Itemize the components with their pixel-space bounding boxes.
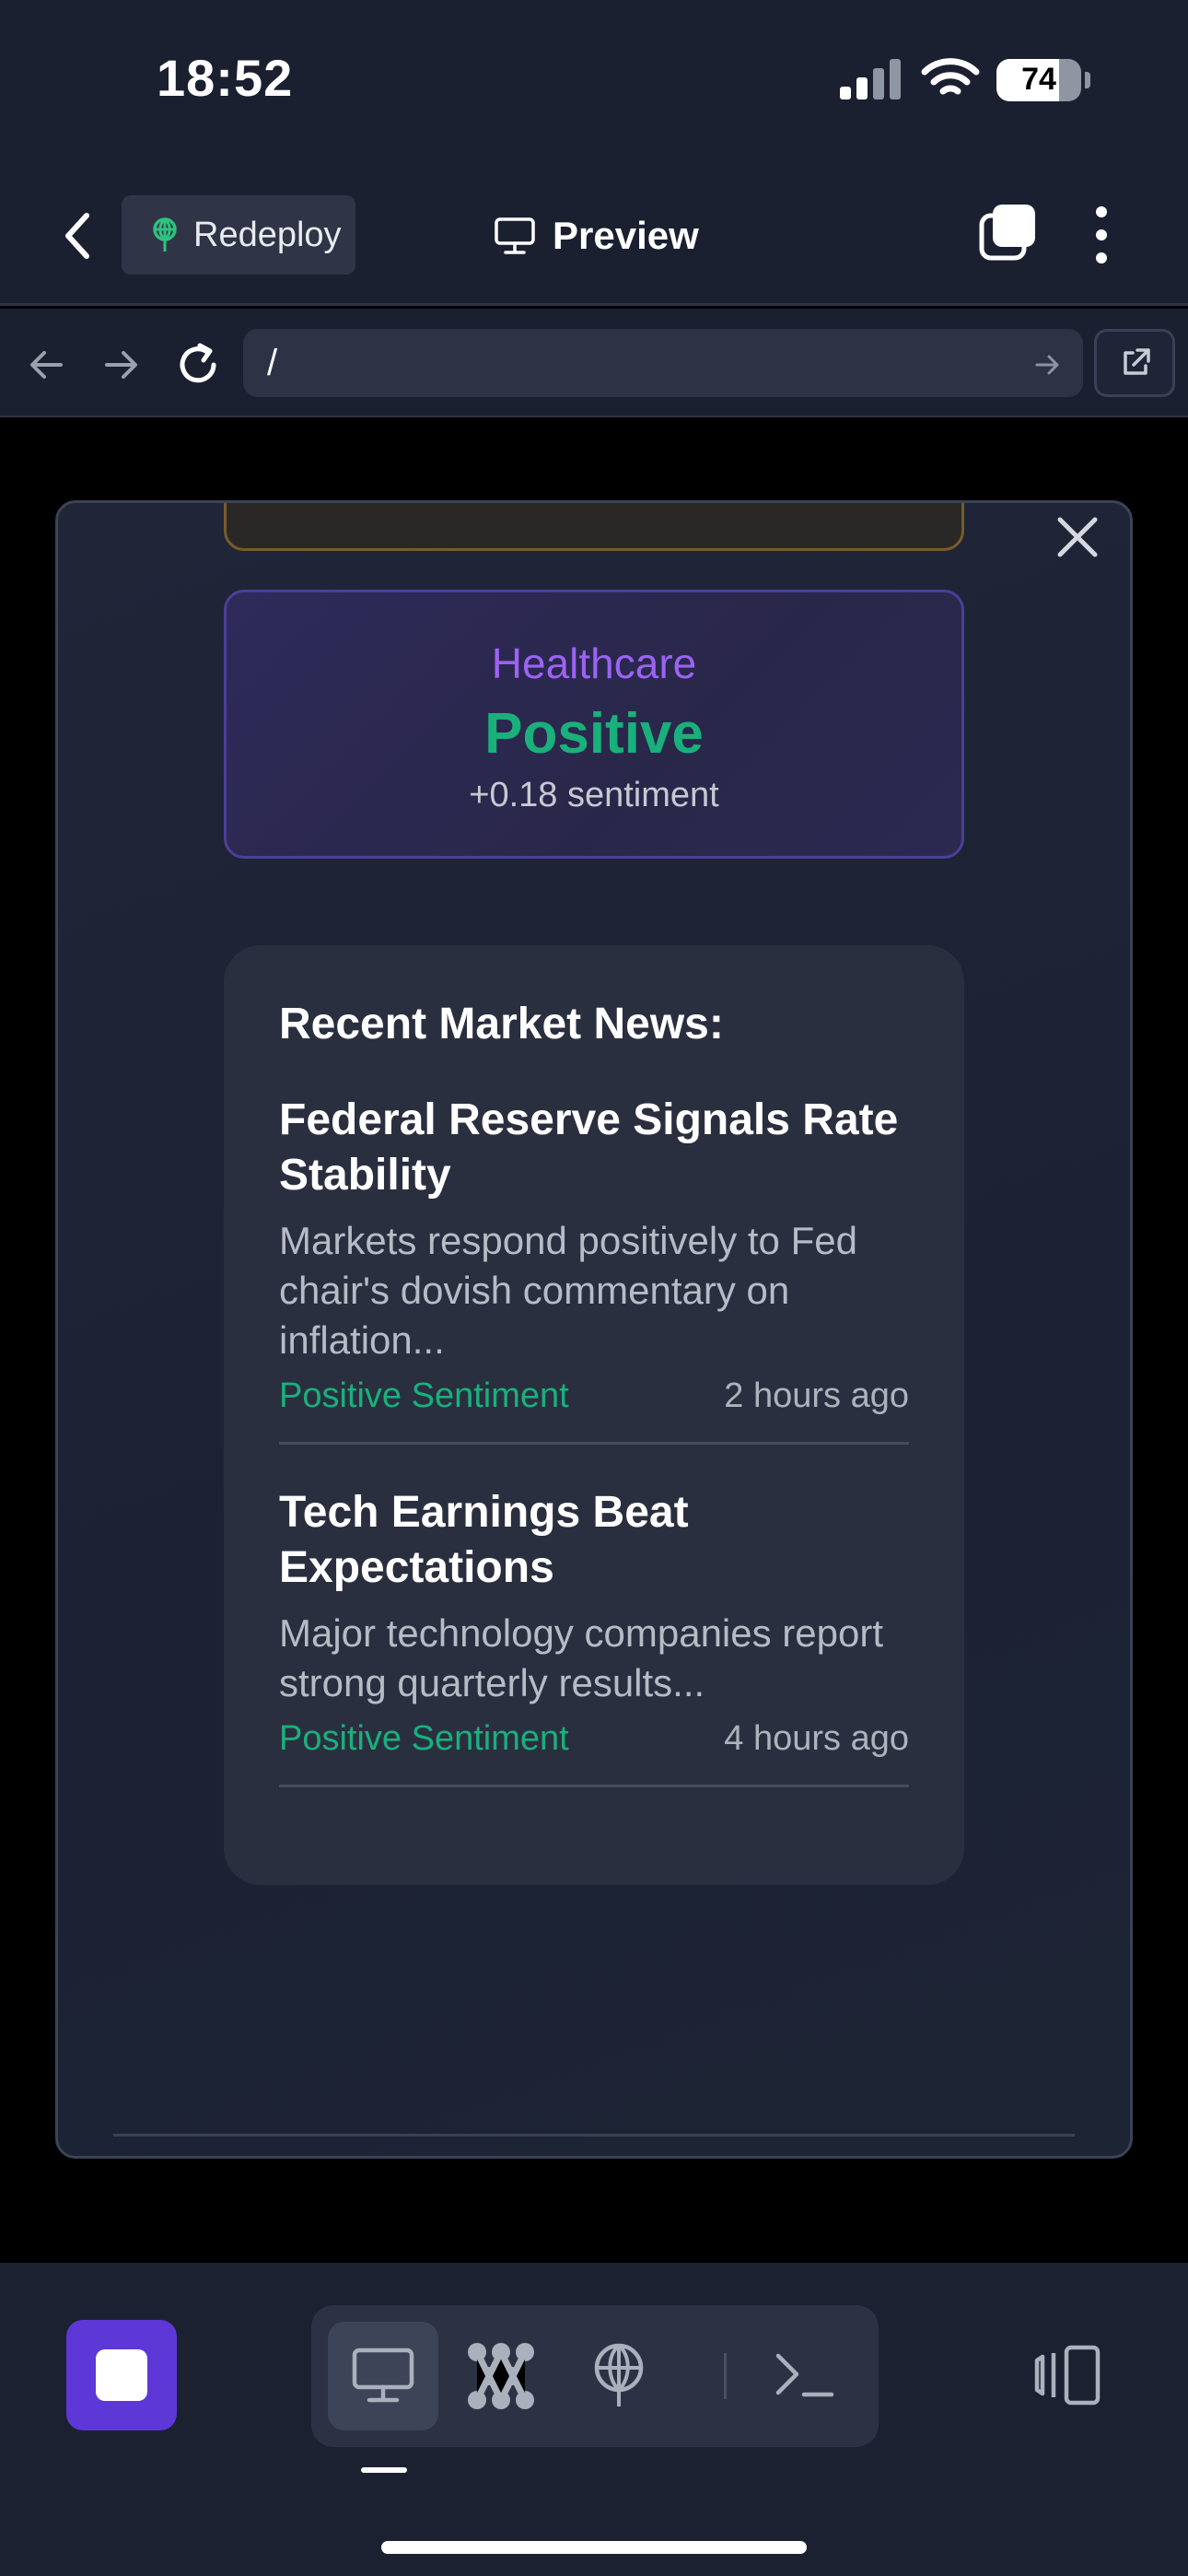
preview-view-button[interactable] [328,2322,438,2430]
monitor-icon [352,2348,414,2403]
news-sentiment: Positive Sentiment [279,1719,569,1758]
previous-sector-card [224,503,964,551]
battery-level: 74 [1021,62,1056,97]
view-switcher [311,2305,879,2447]
news-description: Major technology companies report strong… [279,1611,884,1704]
redeploy-label: Redeploy [193,215,342,254]
bottom-toolbar [0,2263,1188,2576]
news-meta: Positive Sentiment 4 hours ago [279,1719,909,1785]
battery-cap [1085,72,1090,88]
reload-button[interactable] [175,342,221,388]
sector-card[interactable]: Healthcare Positive +0.18 sentiment [224,590,964,859]
deploy-icon [594,2343,644,2406]
news-time: 2 hours ago [724,1376,909,1415]
news-title: Federal Reserve Signals Rate Stability [279,1095,899,1200]
news-item[interactable]: Tech Earnings Beat Expectations Major te… [279,1485,909,1787]
preview-title-text: Preview [553,214,699,257]
modal-divider [113,2134,1075,2137]
battery-icon: 74 [996,59,1081,101]
tabs-button[interactable] [978,203,1037,262]
cellular-signal-icon [840,59,903,100]
status-time: 18:52 [157,49,294,107]
status-bar: 18:52 74 [0,0,1188,166]
home-indicator [381,2541,807,2554]
app-header: Redeploy Preview [0,166,1188,306]
external-link-icon [1124,348,1150,375]
sector-name: Healthcare [491,639,697,687]
news-title: Tech Earnings Beat Expectations [279,1488,689,1592]
news-card: Recent Market News: Federal Reserve Sign… [224,945,964,1885]
news-item[interactable]: Federal Reserve Signals Rate Stability M… [279,1093,909,1445]
news-description: Markets respond positively to Fed chair'… [279,1219,857,1362]
toolbar-separator [724,2353,727,2399]
wifi-icon [921,58,980,95]
nav-forward-button[interactable] [98,342,144,388]
preview-title: Preview [494,208,699,263]
workflow-view-button[interactable] [446,2322,556,2430]
url-value: / [267,343,278,383]
monitor-icon [495,217,535,254]
active-view-indicator [361,2467,407,2473]
stop-button[interactable] [66,2320,177,2430]
globe-tree-icon [153,217,177,252]
redeploy-button[interactable]: Redeploy [122,195,355,275]
terminal-view-button[interactable] [750,2322,860,2430]
stop-icon [96,2349,147,2401]
news-time: 4 hours ago [724,1719,909,1758]
browser-nav-bar: / [0,309,1188,417]
news-meta: Positive Sentiment 2 hours ago [279,1376,909,1442]
url-go-button[interactable] [1033,351,1061,379]
news-heading: Recent Market News: [279,1000,724,1048]
device-frame-button[interactable] [1031,2344,1101,2406]
url-input[interactable]: / [243,329,1083,397]
nav-back-button[interactable] [24,342,70,388]
workflow-icon [468,2343,534,2409]
back-button[interactable] [57,210,99,262]
sector-sentiment: Positive [484,702,704,766]
open-external-button[interactable] [1094,329,1175,397]
more-options-button[interactable] [1090,206,1112,263]
deploy-view-button[interactable] [564,2322,674,2430]
close-button[interactable] [1053,512,1102,562]
news-sentiment: Positive Sentiment [279,1376,569,1415]
terminal-icon [775,2353,834,2397]
sector-score: +0.18 sentiment [469,776,719,814]
sentiment-modal: Healthcare Positive +0.18 sentiment Rece… [55,500,1133,2159]
